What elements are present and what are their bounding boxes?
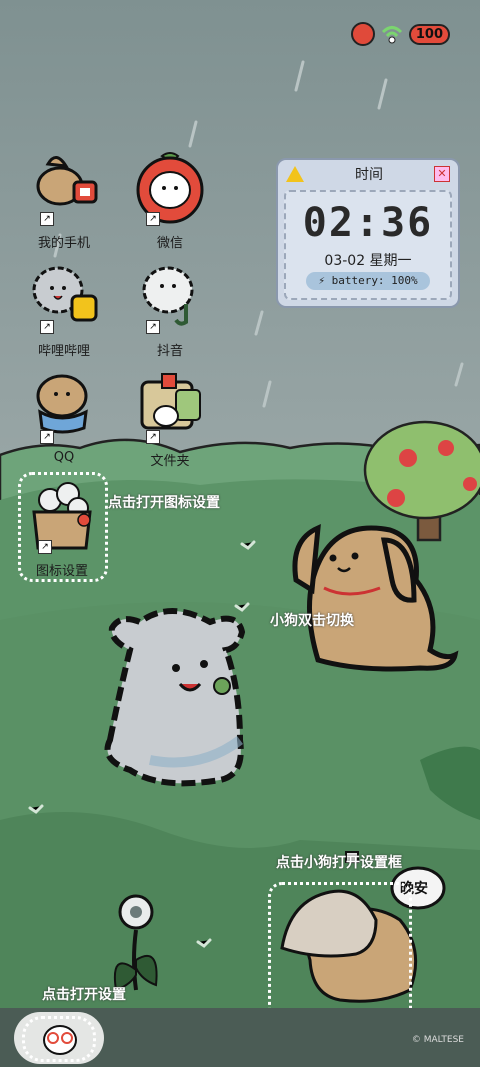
shortcut-badge-icon: ↗ — [146, 430, 160, 444]
folder-icon: ↗ — [132, 368, 208, 444]
app-label: QQ — [53, 450, 75, 465]
clock-date: 03-02 星期一 — [324, 253, 412, 269]
warning-icon — [286, 166, 304, 182]
status-bar: 100 — [350, 22, 450, 46]
hint-dog-switch: 小狗双击切换 — [270, 613, 354, 629]
dog-glasses-icon — [43, 1025, 77, 1055]
app-label: 图标设置 — [35, 564, 88, 579]
hint-open-settings: 点击打开设置 — [42, 987, 126, 1003]
app-label: 抖音 — [156, 344, 183, 359]
app-bilibili[interactable]: ↗ 哔哩哔哩 — [14, 258, 114, 359]
dog-white[interactable] — [104, 608, 246, 787]
widget-title: 时间 — [355, 167, 383, 183]
dogs-box-icon: ↗ — [24, 478, 100, 554]
shortcut-badge-icon: ↗ — [40, 430, 54, 444]
app-my-phone[interactable]: ↗ 我的手机 — [14, 150, 114, 251]
app-label: 微信 — [156, 236, 183, 251]
widget-battery-label: battery: 100% — [331, 274, 418, 287]
shortcut-badge-icon: ↗ — [146, 212, 160, 226]
signal-icon — [350, 22, 375, 46]
wifi-icon — [381, 26, 402, 44]
app-label: 哔哩哔哩 — [37, 344, 90, 359]
dog-settings-highlight[interactable] — [268, 882, 412, 1022]
app-icon-settings[interactable]: ↗ 图标设置 — [12, 478, 112, 579]
clock-time: 02:36 — [302, 200, 434, 246]
shortcut-badge-icon: ↗ — [40, 212, 54, 226]
widget-battery: ⚡ battery: 100% — [306, 272, 430, 290]
app-label: 我的手机 — [37, 236, 90, 251]
app-label: 文件夹 — [150, 454, 190, 469]
shortcut-badge-icon: ↗ — [146, 320, 160, 334]
app-wechat[interactable]: ↗ 微信 — [120, 150, 220, 251]
widget-panel: 02:36 03-02 星期一 ⚡ battery: 100% — [284, 190, 452, 300]
widget-titlebar: 时间 ✕ — [278, 160, 458, 188]
app-folder[interactable]: ↗ 文件夹 — [120, 368, 220, 469]
time-widget[interactable]: 时间 ✕ 02:36 03-02 星期一 ⚡ battery: 100% — [276, 158, 460, 308]
tomato-dog-icon: ↗ — [132, 150, 208, 226]
app-qq[interactable]: ↗ QQ — [14, 368, 114, 465]
hint-icon-settings: 点击打开图标设置 — [108, 495, 220, 511]
close-icon[interactable]: ✕ — [434, 166, 450, 182]
copyright-text: © MALTESE — [411, 1035, 464, 1045]
dog-phone-icon: ↗ — [26, 150, 102, 226]
white-dog-music-icon: ↗ — [132, 258, 208, 334]
battery-indicator: 100 — [408, 23, 450, 45]
settings-button[interactable] — [14, 1012, 104, 1064]
app-douyin[interactable]: ↗ 抖音 — [120, 258, 220, 359]
dog-scarf-icon: ↗ — [26, 368, 102, 444]
shortcut-badge-icon: ↗ — [40, 320, 54, 334]
lightning-icon: ⚡ — [318, 274, 332, 287]
shortcut-badge-icon: ↗ — [38, 540, 52, 554]
white-dog-tv-icon: ↗ — [26, 258, 102, 334]
hint-dog-settings: 点击小狗打开设置框 — [276, 855, 402, 871]
